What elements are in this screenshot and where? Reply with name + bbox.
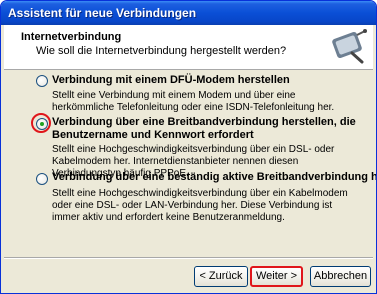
option-broadband-login-text-1: Verbindung über eine Breitbandverbindung… <box>52 116 356 128</box>
option-always-on-label[interactable]: Verbindung über eine beständig aktive Br… <box>52 171 376 184</box>
option-dialup-label[interactable]: Verbindung mit einem DFÜ-Modem herstelle… <box>52 74 290 87</box>
radio-always-on[interactable] <box>36 173 48 185</box>
next-button[interactable]: Weiter > <box>250 266 303 287</box>
window-title: Assistent für neue Verbindungen <box>8 6 197 20</box>
option-broadband-login-text-2: Benutzername und Kennwort erfordert <box>52 129 254 141</box>
wizard-header: Internetverbindung Wie soll die Internet… <box>4 25 373 70</box>
page-title: Internetverbindung <box>21 31 122 43</box>
option-always-on-description: Stellt eine Hochgeschwindigkeitsverbindu… <box>52 188 348 223</box>
cancel-button[interactable]: Abbrechen <box>310 266 371 287</box>
page-subtitle: Wie soll die Internetverbindung hergeste… <box>36 45 287 57</box>
radio-selected-dot <box>40 122 44 126</box>
back-button[interactable]: < Zurück <box>194 266 248 287</box>
network-connection-icon <box>332 29 367 64</box>
wizard-window: Assistent für neue Verbindungen Internet… <box>0 0 377 294</box>
title-bar[interactable]: Assistent für neue Verbindungen <box>1 1 376 25</box>
footer-divider <box>4 257 373 259</box>
radio-broadband-login[interactable] <box>36 118 48 130</box>
option-dialup-description: Stellt eine Verbindung mit einem Modem u… <box>52 90 335 113</box>
option-broadband-login-label[interactable]: Verbindung über eine Breitbandverbindung… <box>52 116 356 142</box>
option-always-on-text: Verbindung über eine beständig aktive Br… <box>52 171 376 183</box>
radio-dialup[interactable] <box>36 75 48 87</box>
option-dialup-text: Verbindung mit einem DFÜ-Modem herstelle… <box>52 74 290 86</box>
